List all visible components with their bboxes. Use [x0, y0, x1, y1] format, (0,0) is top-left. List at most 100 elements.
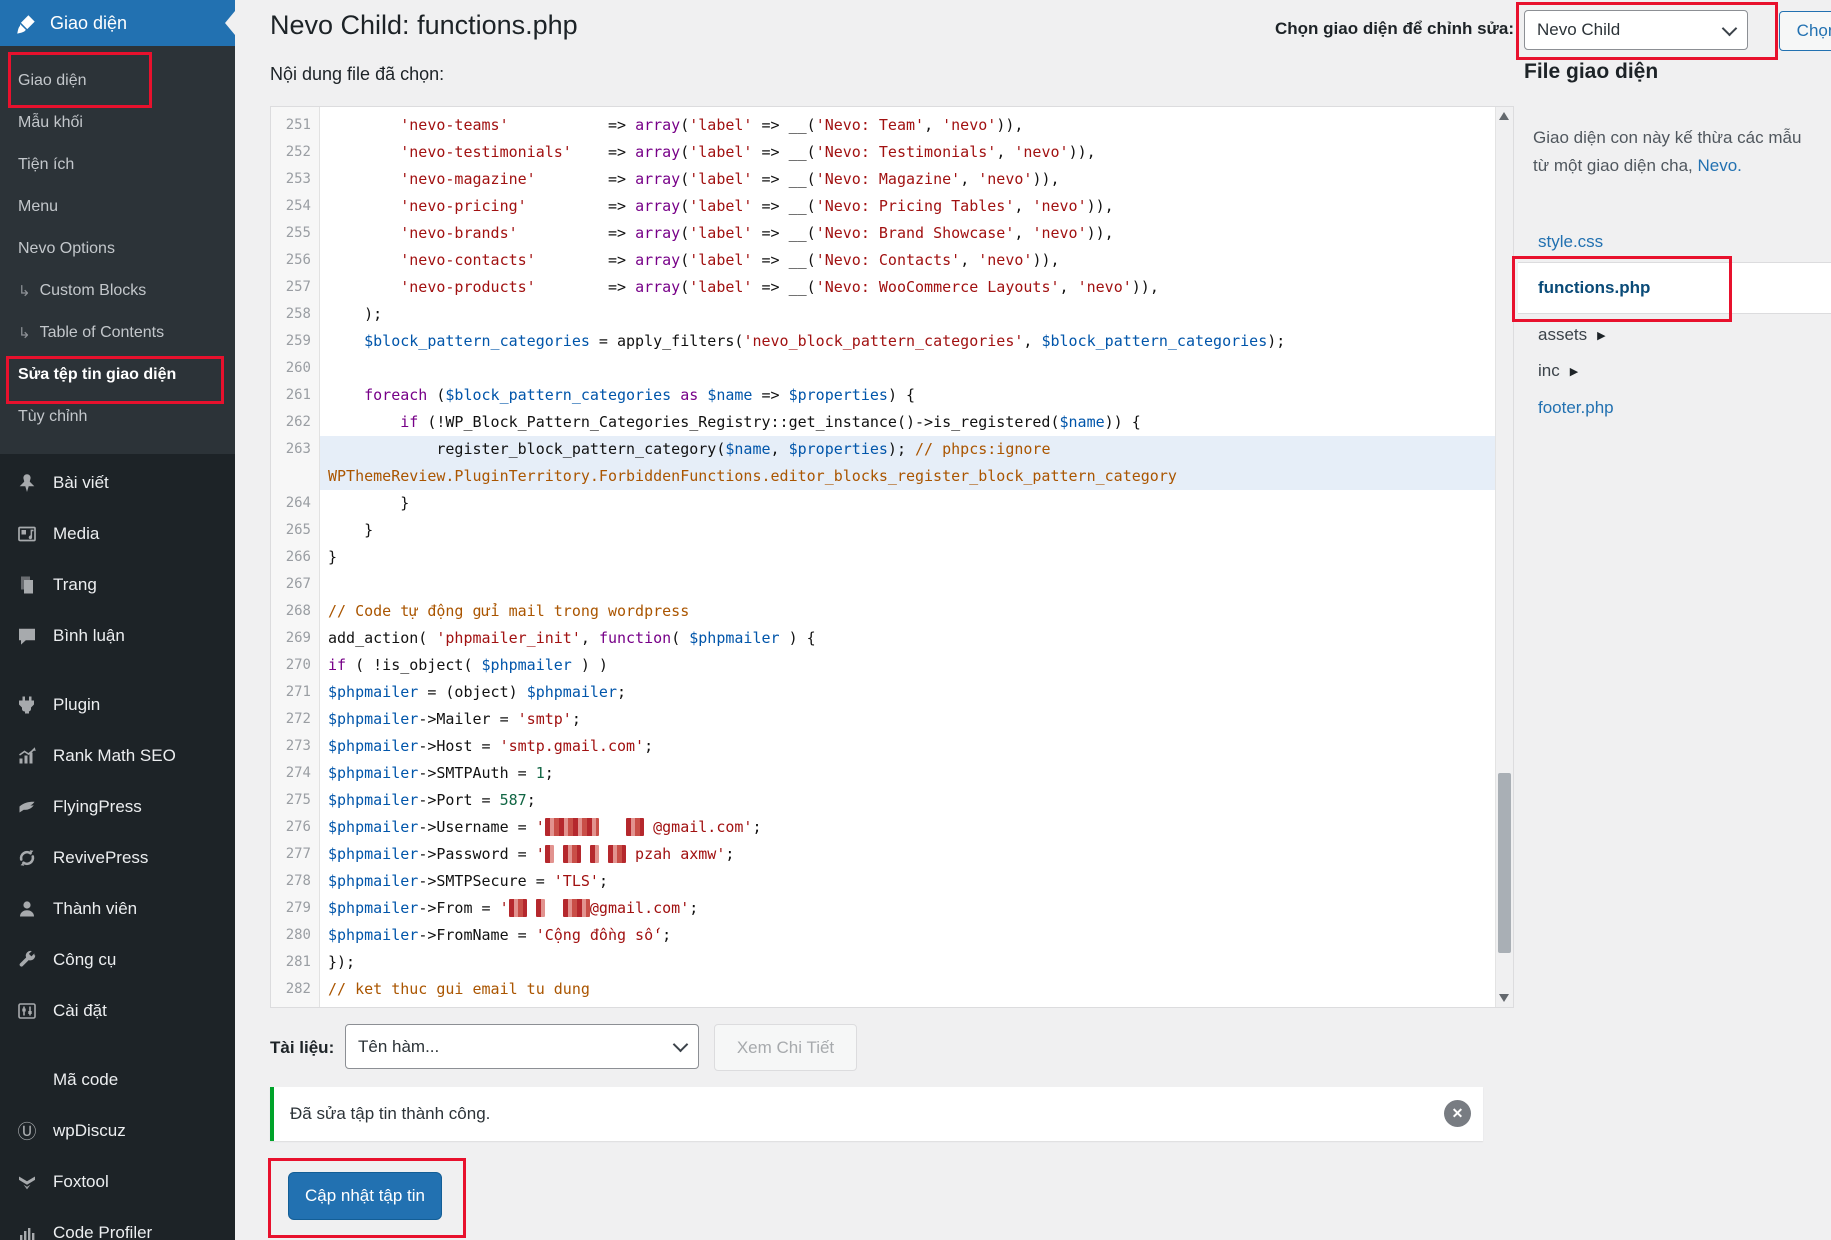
sidebar-item-bai-viet[interactable]: Bài viết: [0, 457, 235, 508]
menu-item-label: Rank Math SEO: [53, 746, 176, 766]
sidebar-item-plugin[interactable]: Plugin: [0, 679, 235, 730]
sidebar-subitem-menu[interactable]: Menu: [0, 186, 235, 228]
line-content: $phpmailer->Host = 'smtp.gmail.com';: [320, 733, 1496, 760]
sidebar-item-thanh-vien[interactable]: Thành viên: [0, 883, 235, 934]
expand-arrow-icon: ▶: [1570, 365, 1578, 378]
code-line-274: 274$phpmailer->SMTPAuth = 1;: [271, 760, 1496, 787]
sidebar-subitem-tien-ich[interactable]: Tiện ích: [0, 144, 235, 186]
sidebar-item-appearance-active[interactable]: Giao diện: [0, 0, 235, 46]
scrollbar-thumb[interactable]: [1498, 773, 1511, 953]
code-line-255: 255 'nevo-brands' => array('label' => __…: [271, 220, 1496, 247]
sidebar-item-revivepress[interactable]: RevivePress: [0, 832, 235, 883]
sidebar-item-trang[interactable]: Trang: [0, 559, 235, 610]
line-content: 'nevo-products' => array('label' => __('…: [320, 274, 1496, 301]
line-number: 273: [271, 733, 320, 760]
sidebar-subitem-giao-dien[interactable]: Giao diện: [0, 60, 235, 102]
code-line-279: 279$phpmailer->From = ' @gmail.com';: [271, 895, 1496, 922]
chart-icon: [16, 745, 38, 767]
view-details-button[interactable]: Xem Chi Tiết: [714, 1024, 857, 1071]
code-line-261: 261 foreach ($block_pattern_categories a…: [271, 382, 1496, 409]
theme-file-footer-php[interactable]: footer.php: [1538, 398, 1614, 418]
code-line-269: 269add_action( 'phpmailer_init', functio…: [271, 625, 1496, 652]
code-line-257: 257 'nevo-products' => array('label' => …: [271, 274, 1496, 301]
dismiss-notice-icon[interactable]: ✕: [1444, 1100, 1471, 1127]
theme-select[interactable]: Nevo Child: [1524, 10, 1748, 50]
line-content: $phpmailer->FromName = 'Cộng đồng số';: [320, 922, 1496, 949]
code-line-272: 272$phpmailer->Mailer = 'smtp';: [271, 706, 1496, 733]
menu-item-label: Bình luận: [53, 626, 125, 646]
sidebar-item-flyingpress[interactable]: FlyingPress: [0, 781, 235, 832]
line-number: 269: [271, 625, 320, 652]
line-number: 266: [271, 544, 320, 571]
code-line-266: 266}: [271, 544, 1496, 571]
settings-icon: [16, 1000, 38, 1022]
update-file-button[interactable]: Cập nhật tập tin: [288, 1172, 442, 1220]
file-content-label: Nội dung file đã chọn:: [270, 64, 444, 85]
line-content: register_block_pattern_category($name, $…: [320, 436, 1496, 463]
file-label: functions.php: [1538, 278, 1650, 298]
code-line-wrap: WPThemeReview.PluginTerritory.ForbiddenF…: [271, 463, 1496, 490]
plugin-icon: [16, 694, 38, 716]
line-number: 272: [271, 706, 320, 733]
chevron-down-icon: [1722, 20, 1738, 36]
admin-sidebar: Giao diện Giao diệnMẫu khốiTiện íchMenuN…: [0, 0, 235, 1240]
code-editor[interactable]: 251 'nevo-teams' => array('label' => __(…: [270, 106, 1514, 1008]
comment-icon: [16, 625, 38, 647]
folder-label: inc: [1538, 361, 1560, 381]
sidebar-subitem-tuy-chinh[interactable]: Tùy chỉnh: [0, 396, 235, 438]
sidebar-subitem-custom-blocks[interactable]: ↳Custom Blocks: [0, 270, 235, 312]
line-content: 'nevo-contacts' => array('label' => __('…: [320, 247, 1496, 274]
sidebar-item-cai-at[interactable]: Cài đặt: [0, 985, 235, 1036]
line-content: $phpmailer->SMTPSecure = 'TLS';: [320, 868, 1496, 895]
code-line-258: 258 );: [271, 301, 1496, 328]
line-number: 264: [271, 490, 320, 517]
sidebar-subitem-sua-tep-tin-giao-dien[interactable]: Sửa tệp tin giao diện: [0, 354, 235, 396]
line-number: 256: [271, 247, 320, 274]
theme-file-inc[interactable]: inc ▶: [1538, 361, 1578, 381]
function-docs-select[interactable]: Tên hàm...: [345, 1024, 699, 1069]
choose-theme-button[interactable]: Chọn: [1779, 11, 1831, 51]
line-content: }: [320, 517, 1496, 544]
sidebar-item-binh-luan[interactable]: Bình luận: [0, 610, 235, 661]
editor-scrollbar[interactable]: [1495, 107, 1513, 1007]
sidebar-item-rank-math-seo[interactable]: Rank Math SEO: [0, 730, 235, 781]
child-theme-description: Giao diện con này kế thừa các mẫu từ một…: [1533, 124, 1805, 180]
theme-file-assets[interactable]: assets▶: [1538, 325, 1606, 345]
menu-item-label: Foxtool: [53, 1172, 109, 1192]
sidebar-item-code-profiler[interactable]: Code Profiler: [0, 1207, 235, 1240]
line-content: WPThemeReview.PluginTerritory.ForbiddenF…: [320, 463, 1496, 490]
scroll-up-arrow-icon[interactable]: [1499, 112, 1509, 120]
menu-item-label: Cài đặt: [53, 1001, 107, 1021]
sidebar-subitem-mau-khoi[interactable]: Mẫu khối: [0, 102, 235, 144]
code-line-273: 273$phpmailer->Host = 'smtp.gmail.com';: [271, 733, 1496, 760]
menu-item-label: Bài viết: [53, 473, 109, 493]
sidebar-subitem-nevo-options[interactable]: Nevo Options: [0, 228, 235, 270]
sidebar-appearance-label: Giao diện: [50, 13, 127, 34]
code-line-262: 262 if (!WP_Block_Pattern_Categories_Reg…: [271, 409, 1496, 436]
line-content: $phpmailer->Password = ' pzah axmw';: [320, 841, 1496, 868]
scroll-down-arrow-icon[interactable]: [1499, 994, 1509, 1002]
sub-level-arrow-icon: ↳: [18, 324, 31, 342]
sidebar-item-media[interactable]: Media: [0, 508, 235, 559]
sidebar-item-wpdiscuz[interactable]: ⓊwpDiscuz: [0, 1105, 235, 1156]
line-content: );: [320, 301, 1496, 328]
line-number: 254: [271, 193, 320, 220]
menu-item-label: FlyingPress: [53, 797, 142, 817]
code-icon: [16, 1069, 38, 1091]
subitem-label: Tùy chỉnh: [18, 408, 87, 426]
line-number: 259: [271, 328, 320, 355]
line-number: 275: [271, 787, 320, 814]
line-content: });: [320, 949, 1496, 976]
sidebar-item-cong-cu[interactable]: Công cụ: [0, 934, 235, 985]
current-menu-arrow: [225, 11, 235, 35]
parent-theme-link[interactable]: Nevo.: [1697, 156, 1741, 175]
theme-file-functions-php[interactable]: functions.php: [1518, 262, 1831, 314]
user-icon: [16, 898, 38, 920]
theme-files-heading: File giao diện: [1524, 60, 1658, 84]
sidebar-item-foxtool[interactable]: Foxtool: [0, 1156, 235, 1207]
line-number: 265: [271, 517, 320, 544]
theme-file-style-css[interactable]: style.css: [1538, 232, 1603, 252]
code-line-280: 280$phpmailer->FromName = 'Cộng đồng số'…: [271, 922, 1496, 949]
sidebar-subitem-table-of-contents[interactable]: ↳Table of Contents: [0, 312, 235, 354]
sidebar-item-ma-code[interactable]: Mã code: [0, 1054, 235, 1105]
